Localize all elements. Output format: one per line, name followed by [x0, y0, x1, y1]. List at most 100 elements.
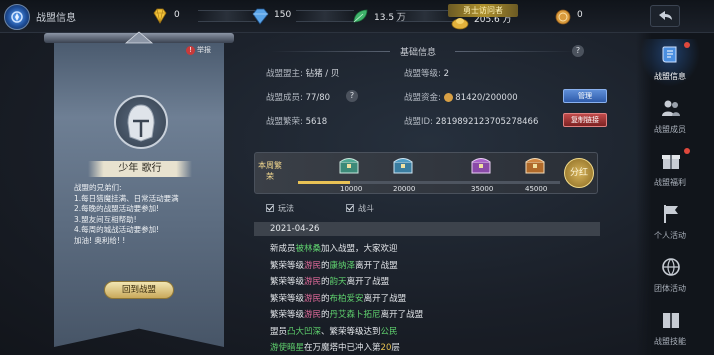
members-icon — [662, 100, 680, 116]
checkbox-icon — [346, 203, 354, 212]
sidebar-item-label: 个人活动 — [654, 231, 686, 240]
flag-icon — [664, 205, 678, 223]
milestone-value: 10000 — [340, 185, 363, 193]
back-arrow-icon — [659, 11, 672, 20]
back-button[interactable] — [650, 5, 680, 27]
scroll-icon — [662, 46, 677, 63]
report-icon: ! — [186, 46, 195, 55]
log-entry: 繁荣等级游民的布柏爱安离开了战盟 — [270, 292, 406, 304]
log-date: 2021-04-26 — [254, 222, 600, 236]
guild-members: 战盟成员: 77/80 — [266, 91, 330, 103]
topbar-divider — [198, 10, 256, 22]
guild-id: 战盟ID: 2819892123705278466 — [404, 115, 538, 127]
guild-motto: 战盟的兄弟们: 1.每日猎魔挂满、日常活动要满 2.每晚的战盟活动要参加! 3.… — [74, 183, 214, 246]
milestone-value: 35000 — [471, 185, 494, 193]
topbar-divider — [396, 10, 454, 22]
log-text: 离开了战盟 — [346, 277, 390, 287]
milestone-value: 45000 — [525, 185, 548, 193]
log-text: 的 — [321, 260, 330, 271]
right-sidebar: 战盟信息战盟成员战盟福利个人活动团体活动战盟技能 — [636, 33, 714, 355]
funds-label: 战盟资金: — [404, 93, 441, 103]
log-text: 盟员 — [270, 326, 288, 337]
guild-leader: 战盟盟主: 钻猪 / 贝 — [266, 67, 339, 79]
chest-3-icon[interactable] — [470, 155, 492, 175]
guild-level: 战盟等级: 2 — [404, 67, 449, 79]
guild-name: 少年 歌行 — [88, 161, 192, 177]
members-help-icon[interactable]: ? — [346, 90, 358, 102]
notification-dot — [684, 148, 690, 154]
player-name[interactable]: 游使暗星 — [270, 343, 304, 353]
filter-battle[interactable]: 战斗 — [346, 200, 374, 218]
chest-2-icon[interactable] — [392, 155, 414, 175]
log-text: 离开了战盟 — [380, 310, 424, 320]
player-name[interactable]: 公民 — [381, 327, 398, 337]
sidebar-item-5[interactable]: 团体活动 — [640, 251, 700, 299]
log-text: 离开了战盟 — [355, 260, 398, 271]
log-text: 繁荣等级 — [270, 310, 305, 320]
motto-line: 1.每日猎魔挂满、日常活动要满 — [74, 193, 179, 203]
milestone-value: 20000 — [393, 185, 416, 193]
coin-bag-icon — [555, 9, 571, 25]
game-logo-icon[interactable] — [4, 4, 30, 30]
log-entry: 繁荣等级游民的丹艾森卜拓尼离开了战盟 — [270, 308, 423, 320]
level-value: 2 — [443, 69, 449, 79]
dividend-button[interactable]: 分红 — [564, 158, 594, 188]
info-help-icon[interactable]: ? — [572, 45, 584, 57]
log-text: 繁荣等级 — [270, 293, 305, 304]
log-text: 20 — [380, 343, 392, 353]
globe-icon — [662, 258, 680, 276]
copy-link-button[interactable]: 复制链接 — [563, 113, 607, 127]
return-to-guild-button[interactable]: 回到战盟 — [104, 281, 174, 299]
log-filter-tabs: 玩法 战斗 — [254, 200, 604, 218]
motto-line: 3.盟友间互相帮助! — [74, 214, 137, 224]
resource-value: 150 — [274, 10, 292, 20]
notice-ribbon: 勇士访问者 — [448, 4, 518, 17]
banner-crest-icon — [124, 31, 154, 44]
log-text: 的 — [321, 293, 330, 304]
filter-label: 战斗 — [358, 204, 374, 213]
sidebar-item-2[interactable]: 战盟成员 — [640, 92, 700, 140]
prosperity-label: 战盟繁荣: — [266, 117, 303, 127]
log-text: 的 — [321, 277, 330, 287]
weekly-progress-fill — [298, 181, 351, 184]
members-value: 77/80 — [305, 93, 331, 103]
checkbox-icon — [266, 203, 274, 212]
player-name[interactable]: 布柏爱安 — [330, 294, 364, 304]
player-name[interactable]: 韵天 — [330, 277, 347, 287]
chest-4-icon[interactable] — [524, 155, 546, 175]
id-label: 战盟ID: — [404, 117, 433, 127]
section-divider — [455, 51, 575, 52]
log-entry: 游使暗星在万魔塔中已冲入第20层 — [270, 341, 400, 353]
log-entry: 繁荣等级游民的康纳泽离开了战盟 — [270, 259, 398, 271]
sidebar-item-4[interactable]: 个人活动 — [640, 198, 700, 246]
log-text: 层 — [391, 343, 400, 353]
player-name[interactable]: 丹艾森卜拓尼 — [330, 310, 381, 320]
log-text: 离开了战盟 — [363, 293, 407, 304]
funds-coin-icon — [443, 93, 453, 102]
sidebar-item-1[interactable]: 战盟信息 — [640, 39, 700, 87]
rank-name: 游民 — [304, 277, 322, 287]
chest-1-icon[interactable] — [338, 155, 360, 175]
top-bar: 战盟信息 0 150 13.5 万 205.6 万 勇士访问者 0 — [0, 0, 714, 33]
manage-button[interactable]: 管理 — [563, 89, 607, 103]
yellow-diamond-icon — [153, 8, 167, 24]
basic-info-title: 基础信息 — [400, 48, 437, 58]
weekly-progress-bar — [298, 181, 560, 184]
sidebar-item-3[interactable]: 战盟福利 — [640, 145, 700, 193]
motto-line: 加油! 奥利给! ! — [74, 235, 126, 245]
sidebar-item-label: 战盟信息 — [654, 72, 686, 81]
report-button[interactable]: ! 举报 — [186, 45, 211, 55]
player-name[interactable]: 康纳泽 — [330, 261, 356, 271]
report-label: 举报 — [197, 46, 211, 54]
book-icon — [663, 313, 679, 328]
guild-emblem — [114, 95, 168, 149]
log-entry: 新成员被林桑加入战盟，大家欢迎 — [270, 242, 398, 254]
section-divider — [270, 51, 390, 52]
player-name[interactable]: 凸大凹深 — [287, 327, 321, 337]
topbar-divider — [296, 10, 354, 22]
guild-log[interactable]: 2021-04-26 新成员被林桑加入战盟，大家欢迎 繁荣等级游民的康纳泽离开了战… — [254, 220, 604, 355]
sidebar-item-6[interactable]: 战盟技能 — [640, 304, 700, 352]
player-name[interactable]: 被林桑 — [296, 244, 322, 254]
filter-gameplay[interactable]: 玩法 — [266, 200, 294, 218]
filter-label: 玩法 — [278, 204, 294, 213]
